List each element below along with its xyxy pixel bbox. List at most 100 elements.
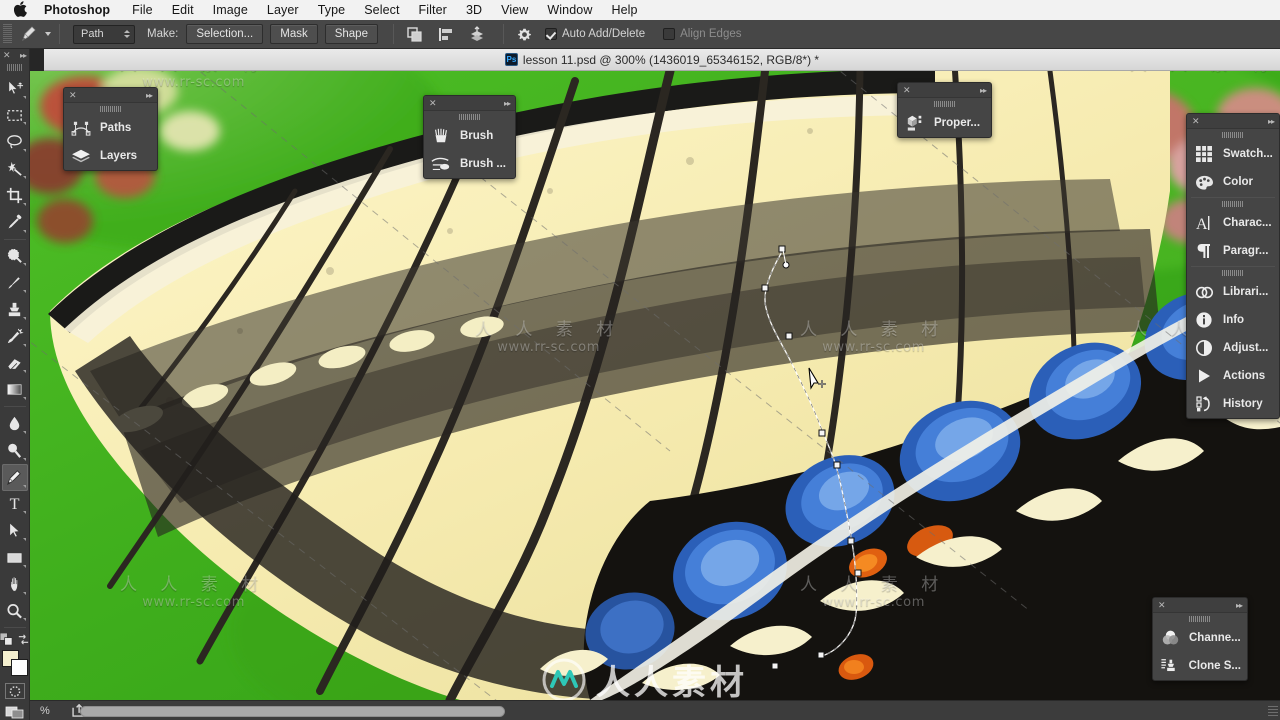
path-mode-select[interactable]: Path (73, 24, 135, 44)
menu-item-help[interactable]: Help (611, 0, 637, 20)
menu-item-layer[interactable]: Layer (267, 0, 299, 20)
apple-logo-icon[interactable] (14, 1, 28, 17)
panel-header[interactable]: ✕ ▸▸ (898, 83, 991, 98)
type-tool[interactable]: T (2, 491, 28, 518)
tool-preset-chevron-icon[interactable] (45, 32, 51, 36)
expand-chevrons-icon[interactable]: ▸▸ (20, 51, 27, 60)
make-shape-button[interactable]: Shape (324, 24, 378, 44)
auto-add-delete-checkbox[interactable]: Auto Add/Delete (544, 28, 661, 40)
foreground-background-color[interactable] (1, 650, 28, 677)
path-selection-tool[interactable] (2, 517, 28, 544)
panel-grip[interactable] (933, 101, 956, 107)
channels-clone-panel[interactable]: ✕ ▸▸ Channe... Clone S... (1152, 597, 1248, 681)
close-icon[interactable]: ✕ (429, 98, 437, 108)
default-colors-icon[interactable] (0, 633, 13, 646)
clone-stamp-tool[interactable] (2, 296, 28, 323)
panel-item-brush[interactable]: Brush (424, 122, 515, 150)
panel-grip[interactable] (1222, 201, 1244, 207)
document-tab-bar[interactable]: Ps lesson 11.psd @ 300% (1436019_6534615… (44, 49, 1280, 71)
dodge-tool[interactable] (2, 437, 28, 464)
expand-chevrons-icon[interactable]: ▸▸ (1236, 601, 1243, 610)
panel-header[interactable]: ✕ ▸▸ (64, 88, 157, 103)
panel-grip[interactable] (1189, 616, 1211, 622)
close-icon[interactable]: ✕ (69, 90, 77, 100)
panel-item-swatches[interactable]: Swatch... (1187, 140, 1279, 168)
panel-item-info[interactable]: Info (1187, 306, 1279, 334)
expand-chevrons-icon[interactable]: ▸▸ (504, 99, 511, 108)
spot-healing-brush-tool[interactable] (2, 243, 28, 270)
panel-item-channels[interactable]: Channe... (1153, 624, 1247, 652)
swap-colors-icon[interactable] (17, 633, 30, 646)
menu-item-photoshop[interactable]: Photoshop (44, 0, 110, 20)
panel-grip[interactable] (99, 106, 122, 112)
eyedropper-tool[interactable] (2, 209, 28, 236)
resize-grip[interactable] (1268, 706, 1278, 718)
move-tool[interactable] (2, 75, 28, 102)
gradient-tool[interactable] (2, 376, 28, 403)
panel-item-paths[interactable]: Paths (64, 114, 157, 142)
rectangle-tool[interactable] (2, 544, 28, 571)
panel-grip[interactable] (1222, 270, 1244, 276)
pen-tool[interactable] (1, 463, 28, 491)
menu-item-3d[interactable]: 3D (466, 0, 482, 20)
close-icon[interactable]: ✕ (903, 85, 911, 95)
menu-item-edit[interactable]: Edit (172, 0, 194, 20)
expand-chevrons-icon[interactable]: ▸▸ (1268, 117, 1275, 126)
menu-item-select[interactable]: Select (364, 0, 399, 20)
panel-item-brush-presets[interactable]: Brush ... (424, 150, 515, 178)
panel-item-history[interactable]: History (1187, 390, 1279, 418)
panel-item-properties[interactable]: Proper... (898, 109, 991, 137)
brush-tool[interactable] (2, 269, 28, 296)
panel-item-character[interactable]: A Charac... (1187, 209, 1279, 237)
properties-panel-group[interactable]: ✕ ▸▸ Proper... (897, 82, 992, 138)
paths-layers-panel[interactable]: ✕ ▸▸ Paths Layers (63, 87, 158, 171)
panel-item-actions[interactable]: Actions (1187, 362, 1279, 390)
path-alignment-icon[interactable] (433, 23, 459, 45)
path-arrangement-icon[interactable] (464, 23, 490, 45)
menu-item-view[interactable]: View (501, 0, 528, 20)
horizontal-scrollbar[interactable] (80, 706, 505, 717)
geometry-options-gear-icon[interactable] (512, 23, 538, 45)
magic-wand-tool[interactable] (2, 155, 28, 182)
panel-item-layers[interactable]: Layers (64, 142, 157, 170)
screen-mode[interactable] (5, 705, 25, 720)
path-operations-icon[interactable] (402, 23, 428, 45)
pen-tool-icon[interactable] (16, 23, 42, 45)
menu-item-filter[interactable]: Filter (419, 0, 447, 20)
panel-header[interactable]: ✕ ▸▸ (1153, 598, 1247, 613)
panel-header[interactable]: ✕ ▸▸ (424, 96, 515, 111)
close-icon[interactable]: ✕ (1192, 116, 1200, 126)
make-mask-button[interactable]: Mask (270, 24, 318, 44)
history-brush-tool[interactable] (2, 323, 28, 350)
panel-header[interactable]: ✕ ▸▸ (1187, 114, 1279, 129)
brush-panel-group[interactable]: ✕ ▸▸ Brush Brush ... (423, 95, 516, 179)
menu-item-file[interactable]: File (132, 0, 153, 20)
panel-item-libraries[interactable]: Librari... (1187, 278, 1279, 306)
align-edges-checkbox[interactable]: Align Edges (663, 28, 757, 40)
right-dock-panel[interactable]: ✕ ▸▸ Swatch... Color A Charac... Paragr.… (1186, 113, 1280, 419)
tools-panel-grip[interactable] (6, 63, 23, 71)
close-icon[interactable]: ✕ (3, 51, 11, 60)
panel-item-adjustments[interactable]: Adjust... (1187, 334, 1279, 362)
expand-chevrons-icon[interactable]: ▸▸ (146, 91, 153, 100)
lasso-tool[interactable] (2, 128, 28, 155)
panel-item-clone-source[interactable]: Clone S... (1153, 652, 1247, 680)
background-color-swatch[interactable] (10, 659, 28, 677)
quick-mask-mode[interactable] (4, 683, 25, 700)
expand-chevrons-icon[interactable]: ▸▸ (980, 86, 987, 95)
menu-item-window[interactable]: Window (547, 0, 592, 20)
panel-item-color[interactable]: Color (1187, 168, 1279, 196)
zoom-tool[interactable] (2, 598, 28, 625)
eraser-tool[interactable] (2, 350, 28, 377)
panel-grip[interactable] (1222, 132, 1244, 138)
blur-tool[interactable] (2, 410, 28, 437)
menu-item-type[interactable]: Type (318, 0, 346, 20)
panel-grip[interactable] (458, 114, 481, 120)
options-bar-grip[interactable] (3, 24, 12, 44)
menu-item-image[interactable]: Image (213, 0, 248, 20)
close-icon[interactable]: ✕ (1158, 600, 1166, 610)
make-selection-button[interactable]: Selection... (186, 24, 264, 44)
hand-tool[interactable] (2, 571, 28, 598)
crop-tool[interactable] (2, 182, 28, 209)
rectangular-marquee-tool[interactable] (2, 102, 28, 129)
